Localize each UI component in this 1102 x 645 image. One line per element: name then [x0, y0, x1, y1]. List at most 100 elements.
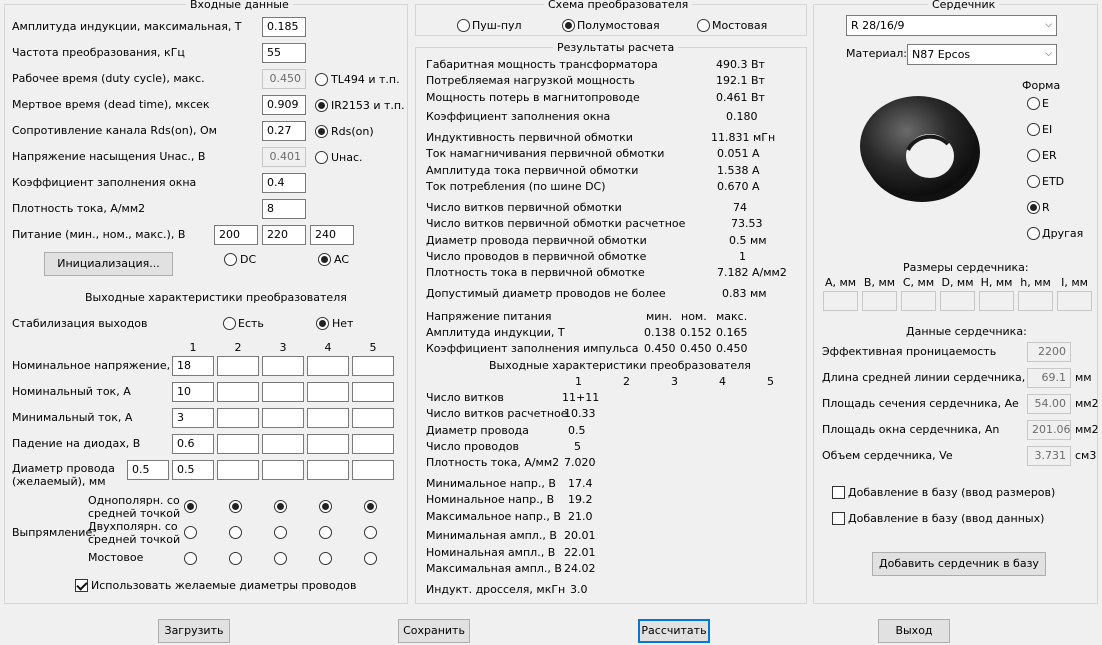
res-out-value-1: 10.33	[564, 407, 596, 420]
core-data-unit-3: мм2	[1075, 423, 1099, 436]
input-group: Входные данные	[4, 0, 408, 604]
dim-i-input	[1057, 291, 1092, 311]
dim-c-input	[901, 291, 936, 311]
rect1-radio-5[interactable]	[364, 500, 377, 513]
rect3-radio-2[interactable]	[229, 552, 242, 565]
rect2-radio-4[interactable]	[319, 526, 332, 539]
wire-input-3[interactable]	[262, 460, 304, 480]
rect3-radio-3[interactable]	[274, 552, 287, 565]
current-input-2[interactable]	[217, 382, 259, 402]
diode-input-2[interactable]	[217, 434, 259, 454]
shape-er-radio[interactable]	[1027, 149, 1040, 162]
rect2-radio-3[interactable]	[274, 526, 287, 539]
rect-opt1-a: Однополярн. со	[88, 494, 180, 507]
material-select[interactable]: N87 Epcos ⌵	[907, 44, 1057, 65]
rect3-radio-5[interactable]	[364, 552, 377, 565]
supply-min-input[interactable]: 200	[214, 225, 258, 245]
ir2153-radio[interactable]	[315, 99, 328, 112]
fill-input[interactable]: 0.4	[262, 173, 306, 193]
mincurrent-input-5[interactable]	[352, 408, 394, 428]
induction-input[interactable]: 0.185	[262, 17, 306, 37]
core-model-select[interactable]: R 28/16/9 ⌵	[846, 15, 1057, 36]
load-button[interactable]: Загрузить	[158, 619, 230, 643]
res-label-8: Число витков первичной обмотки	[426, 201, 622, 214]
add-data-checkbox[interactable]	[832, 512, 845, 525]
voltage-input-2[interactable]	[217, 356, 259, 376]
voltage-input-4[interactable]	[307, 356, 349, 376]
core-data-unit-1: мм	[1075, 371, 1092, 384]
results-group-title: Результаты расчета	[553, 41, 679, 54]
label-duty: Рабочее время (duty cycle), макс.	[12, 72, 205, 85]
out-title: Выходные характеристики преобразователя	[85, 291, 347, 304]
exit-button[interactable]: Выход	[878, 619, 950, 643]
mincurrent-input-2[interactable]	[217, 408, 259, 428]
save-button[interactable]: Сохранить	[398, 619, 470, 643]
shape-e-radio[interactable]	[1027, 97, 1040, 110]
add-dims-checkbox[interactable]	[832, 486, 845, 499]
pushpull-radio[interactable]	[457, 19, 470, 32]
density-input[interactable]: 8	[262, 199, 306, 219]
current-input-5[interactable]	[352, 382, 394, 402]
mincurrent-input-4[interactable]	[307, 408, 349, 428]
current-input-1[interactable]: 10	[172, 382, 214, 402]
hdr-nom: ном.	[681, 310, 707, 323]
bridge-radio[interactable]	[697, 19, 710, 32]
out-col-1: 1	[189, 341, 197, 354]
res-out-label-7: Максимальное напр., В	[426, 510, 561, 523]
voltage-input-5[interactable]	[352, 356, 394, 376]
deadtime-input[interactable]: 0.909	[262, 95, 306, 115]
voltage-input-3[interactable]	[262, 356, 304, 376]
rect1-radio-4[interactable]	[319, 500, 332, 513]
diode-input-1[interactable]: 0.6	[172, 434, 214, 454]
use-wire-checkbox[interactable]	[75, 579, 88, 592]
voltage-input-1[interactable]: 18	[172, 356, 214, 376]
tl494-radio[interactable]	[315, 73, 328, 86]
init-button[interactable]: Инициализация...	[44, 252, 173, 276]
current-input-3[interactable]	[262, 382, 304, 402]
shape-ei-radio[interactable]	[1027, 123, 1040, 136]
res-out-value-6: 19.2	[568, 493, 593, 506]
wire-input-1[interactable]: 0.5	[172, 460, 214, 480]
res-out-label-5: Минимальное напр., В	[426, 477, 556, 490]
supply-max-input[interactable]: 240	[310, 225, 354, 245]
diode-input-5[interactable]	[352, 434, 394, 454]
wire-desired-input[interactable]: 0.5	[127, 460, 169, 480]
frequency-input[interactable]: 55	[262, 43, 306, 63]
dc-radio[interactable]	[224, 253, 237, 266]
usat-radio[interactable]	[315, 151, 328, 164]
rect2-radio-1[interactable]	[184, 526, 197, 539]
rect1-radio-2[interactable]	[229, 500, 242, 513]
stab-yes-radio[interactable]	[223, 317, 236, 330]
diode-input-3[interactable]	[262, 434, 304, 454]
add-core-button[interactable]: Добавить сердечник в базу	[872, 552, 1046, 576]
shape-etd-radio[interactable]	[1027, 175, 1040, 188]
rect2-radio-2[interactable]	[229, 526, 242, 539]
wire-input-4[interactable]	[307, 460, 349, 480]
rect2-radio-5[interactable]	[364, 526, 377, 539]
wire-input-2[interactable]	[217, 460, 259, 480]
diode-input-4[interactable]	[307, 434, 349, 454]
ac-radio[interactable]	[318, 253, 331, 266]
shape-ei-label: EI	[1042, 123, 1053, 136]
wire-input-5[interactable]	[352, 460, 394, 480]
core-data-value-1: 69.1	[1027, 368, 1071, 388]
mincurrent-input-1[interactable]: 3	[172, 408, 214, 428]
rect1-radio-3[interactable]	[274, 500, 287, 513]
rect3-radio-1[interactable]	[184, 552, 197, 565]
shape-other-radio[interactable]	[1027, 227, 1040, 240]
stab-no-label: Нет	[332, 317, 354, 330]
rect3-radio-4[interactable]	[319, 552, 332, 565]
mincurrent-input-3[interactable]	[262, 408, 304, 428]
supply-nom-input[interactable]: 220	[262, 225, 306, 245]
stab-yes-label: Есть	[238, 317, 264, 330]
halfbridge-radio[interactable]	[562, 19, 575, 32]
core-data-value-4: 3.731	[1027, 446, 1071, 466]
out-label-diode: Падение на диодах, В	[12, 437, 141, 450]
current-input-4[interactable]	[307, 382, 349, 402]
stab-no-radio[interactable]	[316, 317, 329, 330]
rds-radio[interactable]	[315, 125, 328, 138]
shape-r-radio[interactable]	[1027, 201, 1040, 214]
rect1-radio-1[interactable]	[184, 500, 197, 513]
calculate-button[interactable]: Рассчитать	[638, 619, 710, 643]
rds-input[interactable]: 0.27	[262, 121, 306, 141]
